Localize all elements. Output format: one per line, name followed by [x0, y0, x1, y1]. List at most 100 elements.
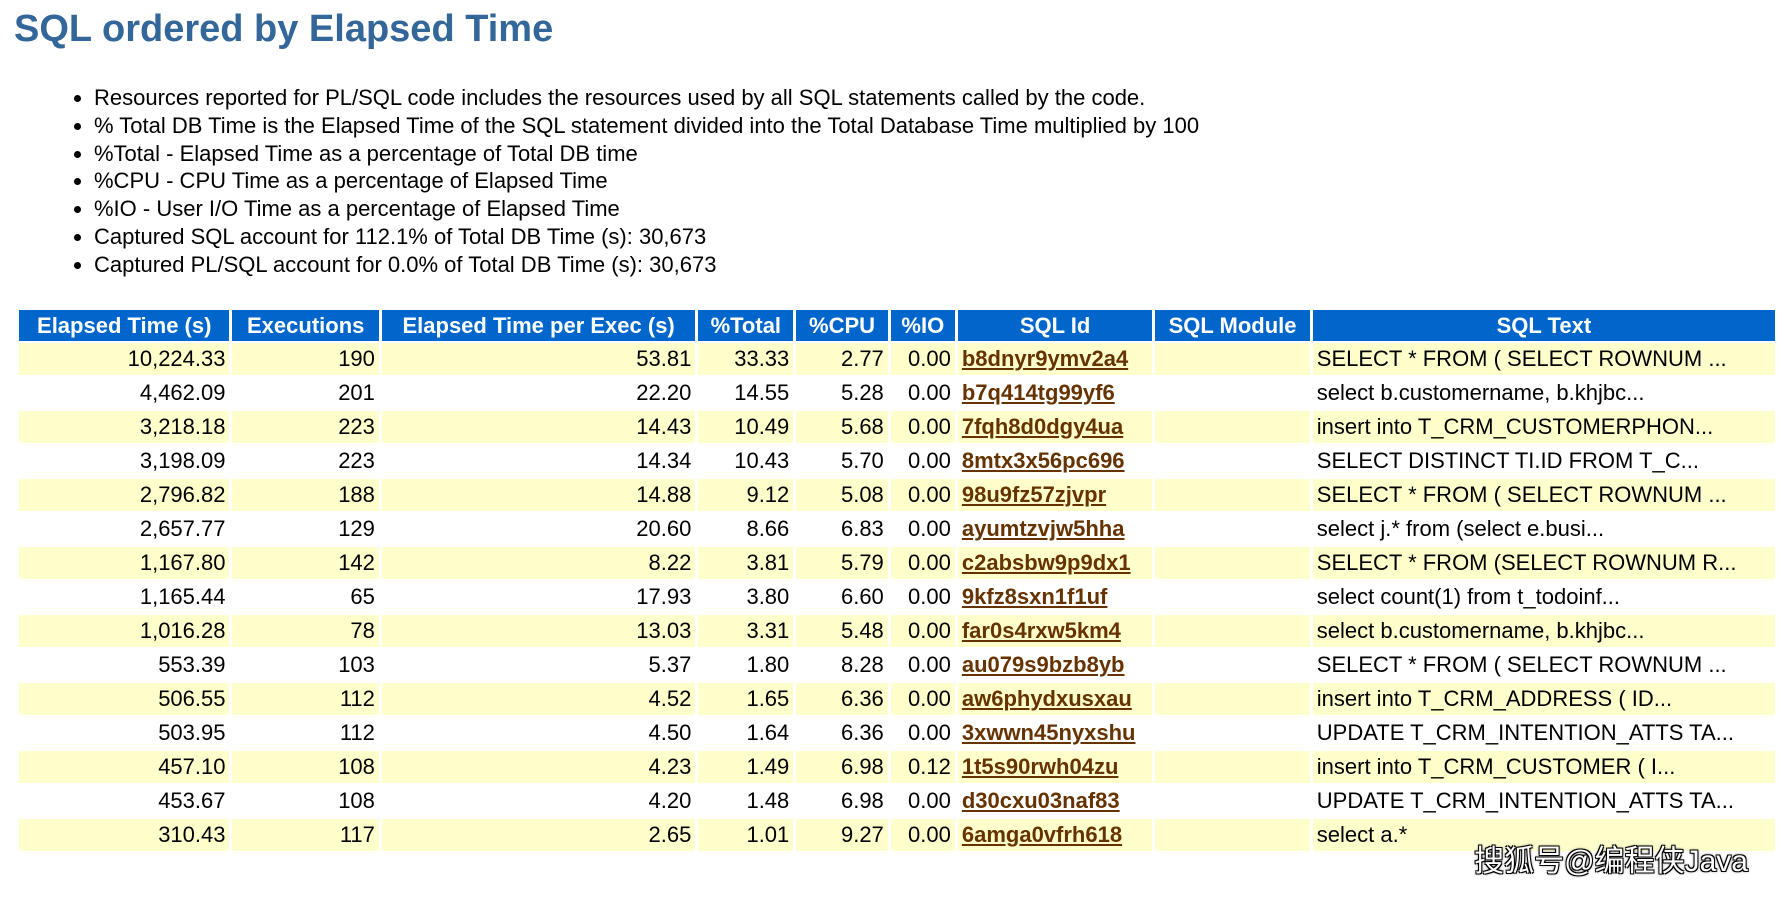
- cell-elapsed-per-exec: 4.23: [381, 751, 696, 783]
- cell-elapsed-time: 310.43: [19, 819, 230, 851]
- sql-id-link[interactable]: far0s4rxw5km4: [962, 618, 1121, 643]
- column-header-sql-module: SQL Module: [1155, 310, 1310, 341]
- cell-cpu: 5.48: [796, 615, 888, 647]
- cell-total: 14.55: [698, 377, 794, 409]
- sql-id-link[interactable]: 7fqh8d0dgy4ua: [962, 414, 1123, 439]
- note-item: % Total DB Time is the Elapsed Time of t…: [94, 112, 1199, 140]
- cell-cpu: 5.70: [796, 445, 888, 477]
- cell-io: 0.00: [890, 785, 955, 817]
- cell-cpu: 6.36: [796, 683, 888, 715]
- cell-sql-text: insert into T_CRM_CUSTOMERPHON...: [1312, 411, 1775, 443]
- cell-total: 1.80: [698, 649, 794, 681]
- cell-elapsed-time: 453.67: [19, 785, 230, 817]
- cell-sql-module: [1155, 785, 1310, 817]
- cell-cpu: 6.36: [796, 717, 888, 749]
- cell-elapsed-time: 1,167.80: [19, 547, 230, 579]
- sql-id-link[interactable]: ayumtzvjw5hha: [962, 516, 1125, 541]
- cell-sql-module: [1155, 683, 1310, 715]
- cell-elapsed-per-exec: 4.20: [381, 785, 696, 817]
- cell-sql-module: [1155, 377, 1310, 409]
- cell-io: 0.00: [890, 649, 955, 681]
- cell-sql-text: SELECT * FROM ( SELECT ROWNUM ...: [1312, 343, 1775, 375]
- cell-total: 33.33: [698, 343, 794, 375]
- cell-cpu: 5.68: [796, 411, 888, 443]
- cell-io: 0.00: [890, 717, 955, 749]
- cell-cpu: 6.83: [796, 513, 888, 545]
- cell-io: 0.00: [890, 683, 955, 715]
- sql-id-link[interactable]: 8mtx3x56pc696: [962, 448, 1125, 473]
- cell-cpu: 5.79: [796, 547, 888, 579]
- cell-elapsed-per-exec: 20.60: [381, 513, 696, 545]
- cell-io: 0.00: [890, 547, 955, 579]
- table-header-row: Elapsed Time (s) Executions Elapsed Time…: [19, 310, 1775, 341]
- sql-id-link[interactable]: au079s9bzb8yb: [962, 652, 1125, 677]
- cell-elapsed-per-exec: 2.65: [381, 819, 696, 851]
- sql-id-link[interactable]: 9kfz8sxn1f1uf: [962, 584, 1108, 609]
- cell-sql-module: [1155, 513, 1310, 545]
- notes-list: Resources reported for PL/SQL code inclu…: [48, 84, 1199, 279]
- cell-sql-module: [1155, 445, 1310, 477]
- cell-sql-text: select j.* from (select e.busi...: [1312, 513, 1775, 545]
- cell-sql-id: c2absbw9p9dx1: [957, 547, 1153, 579]
- cell-sql-id: far0s4rxw5km4: [957, 615, 1153, 647]
- cell-elapsed-time: 553.39: [19, 649, 230, 681]
- cell-sql-text: SELECT * FROM (SELECT ROWNUM R...: [1312, 547, 1775, 579]
- sql-id-link[interactable]: b8dnyr9ymv2a4: [962, 346, 1128, 371]
- sql-id-link[interactable]: 6amga0vfrh618: [962, 822, 1122, 847]
- cell-sql-text: select count(1) from t_todoinf...: [1312, 581, 1775, 613]
- cell-sql-module: [1155, 751, 1310, 783]
- column-header-elapsed-time: Elapsed Time (s): [19, 310, 230, 341]
- table-row: 453.67 108 4.20 1.48 6.98 0.00 d30cxu03naf83 UP…: [19, 785, 1775, 817]
- cell-executions: 117: [232, 819, 379, 851]
- sql-id-link[interactable]: d30cxu03naf83: [962, 788, 1120, 813]
- note-item: Captured SQL account for 112.1% of Total…: [94, 223, 1199, 251]
- cell-sql-text: select a.*: [1312, 819, 1775, 851]
- table-row: 457.10 108 4.23 1.49 6.98 0.12 1t5s90rwh04zu in…: [19, 751, 1775, 783]
- cell-elapsed-time: 3,218.18: [19, 411, 230, 443]
- cell-sql-id: aw6phydxusxau: [957, 683, 1153, 715]
- cell-executions: 223: [232, 445, 379, 477]
- sql-id-link[interactable]: 98u9fz57zjvpr: [962, 482, 1106, 507]
- cell-sql-module: [1155, 819, 1310, 851]
- page-title: SQL ordered by Elapsed Time: [14, 8, 554, 50]
- cell-cpu: 6.98: [796, 785, 888, 817]
- cell-sql-module: [1155, 343, 1310, 375]
- table-row: 3,218.18 223 14.43 10.49 5.68 0.00 7fqh8d0dgy4…: [19, 411, 1775, 443]
- cell-elapsed-per-exec: 14.34: [381, 445, 696, 477]
- cell-executions: 190: [232, 343, 379, 375]
- table-row: 506.55 112 4.52 1.65 6.36 0.00 aw6phydxusxau in…: [19, 683, 1775, 715]
- cell-elapsed-per-exec: 17.93: [381, 581, 696, 613]
- note-item: %Total - Elapsed Time as a percentage of…: [94, 140, 1199, 168]
- sql-id-link[interactable]: c2absbw9p9dx1: [962, 550, 1131, 575]
- cell-elapsed-time: 1,016.28: [19, 615, 230, 647]
- cell-sql-text: select b.customername, b.khjbc...: [1312, 615, 1775, 647]
- cell-sql-text: UPDATE T_CRM_INTENTION_ATTS TA...: [1312, 717, 1775, 749]
- sql-id-link[interactable]: b7q414tg99yf6: [962, 380, 1115, 405]
- cell-sql-id: 8mtx3x56pc696: [957, 445, 1153, 477]
- table-row: 503.95 112 4.50 1.64 6.36 0.00 3xwwn45nyxshu UP…: [19, 717, 1775, 749]
- cell-sql-module: [1155, 479, 1310, 511]
- cell-elapsed-time: 10,224.33: [19, 343, 230, 375]
- cell-sql-id: 9kfz8sxn1f1uf: [957, 581, 1153, 613]
- cell-sql-text: SELECT DISTINCT TI.ID FROM T_C...: [1312, 445, 1775, 477]
- cell-cpu: 5.08: [796, 479, 888, 511]
- cell-executions: 142: [232, 547, 379, 579]
- cell-sql-text: SELECT * FROM ( SELECT ROWNUM ...: [1312, 649, 1775, 681]
- column-header-total: %Total: [698, 310, 794, 341]
- cell-executions: 108: [232, 785, 379, 817]
- sql-id-link[interactable]: 1t5s90rwh04zu: [962, 754, 1119, 779]
- sql-elapsed-table: Elapsed Time (s) Executions Elapsed Time…: [16, 308, 1778, 853]
- sql-id-link[interactable]: 3xwwn45nyxshu: [962, 720, 1136, 745]
- cell-sql-module: [1155, 615, 1310, 647]
- cell-total: 1.64: [698, 717, 794, 749]
- table-row: 10,224.33 190 53.81 33.33 2.77 0.00 b8dnyr9ymv…: [19, 343, 1775, 375]
- table-row: 553.39 103 5.37 1.80 8.28 0.00 au079s9bzb8yb SE…: [19, 649, 1775, 681]
- cell-io: 0.00: [890, 513, 955, 545]
- cell-total: 3.31: [698, 615, 794, 647]
- cell-executions: 78: [232, 615, 379, 647]
- cell-io: 0.00: [890, 411, 955, 443]
- cell-executions: 112: [232, 683, 379, 715]
- cell-total: 3.80: [698, 581, 794, 613]
- cell-total: 10.43: [698, 445, 794, 477]
- sql-id-link[interactable]: aw6phydxusxau: [962, 686, 1132, 711]
